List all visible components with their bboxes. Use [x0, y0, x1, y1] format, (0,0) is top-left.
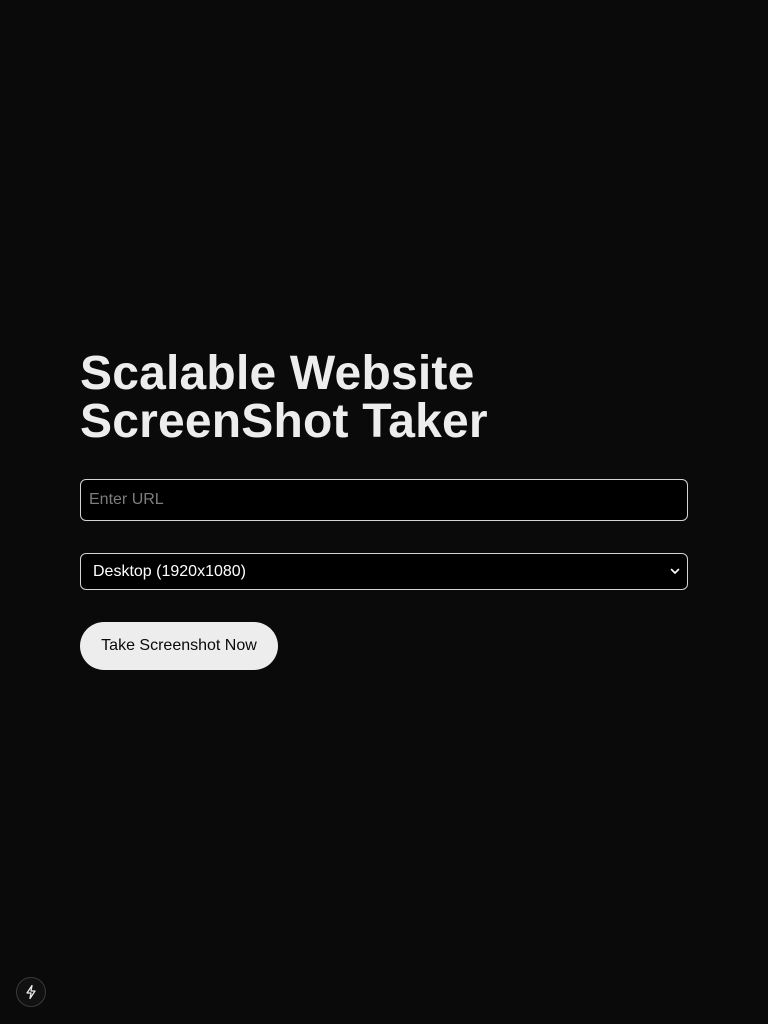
dev-tools-indicator[interactable]: [16, 977, 46, 1007]
chevron-down-icon: [670, 568, 680, 574]
take-screenshot-button[interactable]: Take Screenshot Now: [80, 622, 278, 670]
page-title-line-2: ScreenShot Taker: [80, 395, 488, 448]
page-title-line-1: Scalable Website: [80, 347, 475, 400]
lightning-bolt-icon: [26, 984, 36, 1000]
device-select-value: Desktop (1920x1080): [93, 563, 246, 580]
main-content: Scalable Website ScreenShot Taker Deskto…: [80, 350, 688, 670]
url-input[interactable]: [80, 479, 688, 521]
device-select[interactable]: Desktop (1920x1080): [80, 553, 688, 590]
page-title: Scalable Website ScreenShot Taker: [80, 350, 688, 446]
take-screenshot-button-label: Take Screenshot Now: [101, 637, 257, 654]
